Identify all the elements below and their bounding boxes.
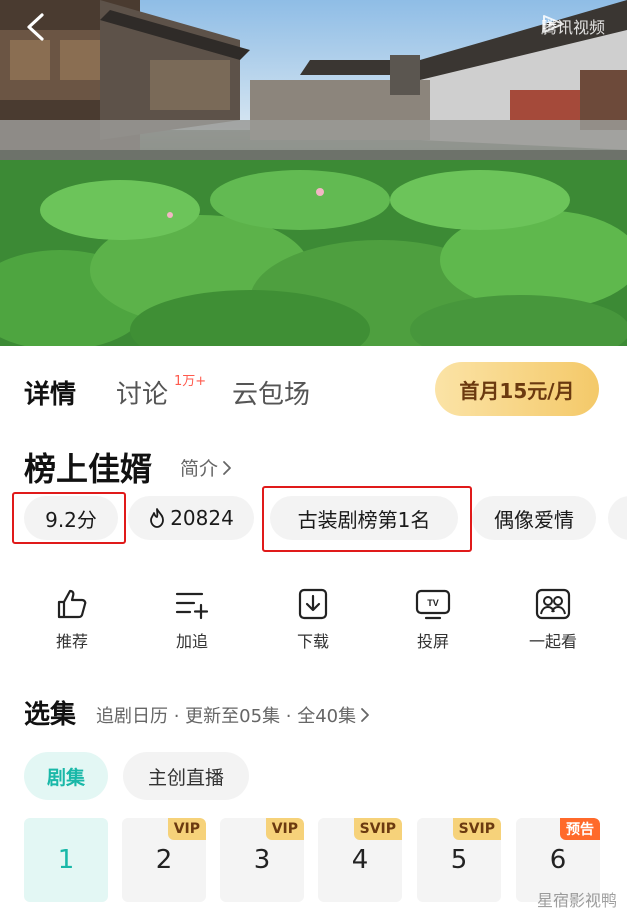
episode-2[interactable]: 2 VIP xyxy=(122,818,206,902)
watch-together-icon xyxy=(535,588,571,620)
cast-screen-button[interactable]: TV 投屏 xyxy=(393,586,473,652)
episode-number: 5 xyxy=(450,845,468,875)
tab-cloud-screening[interactable]: 云包场 xyxy=(232,374,310,411)
chevron-right-icon xyxy=(361,708,370,722)
hero-banner[interactable]: 腾讯视频 xyxy=(0,0,627,346)
episode-number: 1 xyxy=(57,845,75,875)
tab-details[interactable]: 详情 xyxy=(24,374,76,411)
popularity-value: 20824 xyxy=(170,506,234,530)
intro-link[interactable]: 简介 xyxy=(180,454,232,481)
add-follow-label: 加追 xyxy=(175,632,208,651)
episodes-meta-text: 追剧日历 · 更新至05集 · 全40集 xyxy=(96,706,357,727)
highlight-box-rating xyxy=(12,492,126,544)
recommend-label: 推荐 xyxy=(55,632,88,651)
back-button[interactable] xyxy=(24,12,58,46)
thumbs-up-icon xyxy=(57,589,87,619)
episode-1[interactable]: 1 xyxy=(24,818,108,902)
svg-text:TV: TV xyxy=(427,598,439,608)
tencent-video-logo-icon xyxy=(542,15,564,33)
tv-cast-icon: TV xyxy=(415,589,451,620)
footer-watermark: 星宿影视鸭 xyxy=(536,891,617,910)
popularity-tag[interactable]: 20824 xyxy=(128,496,254,540)
episode-5[interactable]: 5 SVIP xyxy=(417,818,501,902)
watch-together-button[interactable]: 一起看 xyxy=(513,586,593,652)
vip-badge: VIP xyxy=(265,818,304,840)
episode-number: 2 xyxy=(155,845,173,875)
show-title: 榜上佳婿 xyxy=(24,450,153,488)
discussion-count-badge: 1万+ xyxy=(174,374,207,389)
add-follow-button[interactable]: 加追 xyxy=(152,586,232,652)
download-label: 下载 xyxy=(296,632,329,651)
detail-tabs: 详情 讨论 1万+ 云包场 首月15元/月 xyxy=(0,346,627,430)
highlight-box-ranking xyxy=(262,486,472,552)
svip-badge: SVIP xyxy=(353,818,402,840)
episode-number: 6 xyxy=(549,845,567,875)
more-tag[interactable] xyxy=(608,496,627,540)
recommend-button[interactable]: 推荐 xyxy=(32,586,112,652)
svip-badge: SVIP xyxy=(452,818,501,840)
episode-4[interactable]: 4 SVIP xyxy=(318,818,402,902)
download-icon xyxy=(298,588,328,620)
chevron-right-icon xyxy=(223,460,231,475)
add-list-icon xyxy=(175,592,209,620)
episode-number: 3 xyxy=(253,845,271,875)
intro-link-label: 简介 xyxy=(180,458,219,480)
cast-screen-label: 投屏 xyxy=(416,632,449,651)
hero-image xyxy=(0,0,627,346)
flame-icon xyxy=(150,508,165,528)
genre-tag[interactable]: 偶像爱情 xyxy=(472,496,596,540)
chip-creator-live[interactable]: 主创直播 xyxy=(123,752,249,800)
episodes-section-title: 选集 xyxy=(24,700,77,730)
tencent-video-watermark: 腾讯视频 xyxy=(541,14,605,38)
download-button[interactable]: 下载 xyxy=(273,586,353,652)
chip-episodes[interactable]: 剧集 xyxy=(24,752,108,800)
vip-badge: VIP xyxy=(167,818,206,840)
episode-number: 4 xyxy=(351,845,369,875)
action-bar: 推荐 加追 下载 TV 投屏 一起看 xyxy=(0,586,627,656)
episode-3[interactable]: 3 VIP xyxy=(220,818,304,902)
tab-discussion[interactable]: 讨论 xyxy=(116,374,168,411)
watch-together-label: 一起看 xyxy=(528,632,577,651)
vip-promo-button[interactable]: 首月15元/月 xyxy=(435,362,599,416)
episodes-meta-link[interactable]: 追剧日历 · 更新至05集 · 全40集 xyxy=(96,702,370,728)
chevron-left-icon xyxy=(27,13,44,41)
preview-badge: 预告 xyxy=(560,818,600,840)
